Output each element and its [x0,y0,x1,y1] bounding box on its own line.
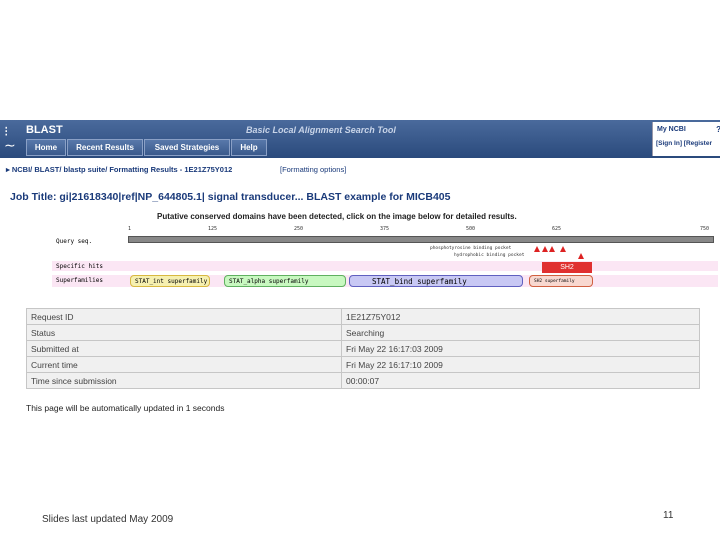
search-status-table: Request ID 1E21Z75Y012 Status Searching … [26,308,700,389]
page-number: 11 [663,510,674,521]
stat-bind-superfamily-box[interactable]: STAT_bind superfamily [349,275,523,287]
status-value: 1E21Z75Y012 [341,308,700,325]
tick-label: 250 [294,226,304,232]
help-mark-icon[interactable]: ? [716,125,720,134]
my-ncbi-box: My NCBI ? [Sign In] [Register [652,122,720,156]
table-row: Time since submission 00:00:07 [26,372,700,389]
my-ncbi-title[interactable]: My NCBI [657,126,686,133]
nav-help-tab[interactable]: Help [231,139,267,156]
status-value: 00:00:07 [341,372,700,389]
table-row: Current time Fri May 22 16:17:10 2009 [26,356,700,373]
site-marker-icon[interactable] [549,246,555,252]
tick-label: 125 [208,226,218,232]
tick-label: 375 [380,226,390,232]
breadcrumb[interactable]: ▸ NCBI/ BLAST/ blastp suite/ Formatting … [6,165,232,174]
app-subtitle: Basic Local Alignment Search Tool [246,125,396,135]
domains-heading: Putative conserved domains have been det… [157,212,517,221]
sh2-specific-hit[interactable]: SH2 [542,262,592,273]
stat-alpha-superfamily-box[interactable]: STAT_alpha superfamily [224,275,346,287]
status-key: Submitted at [26,340,342,357]
superfamilies-label: Superfamilies [56,277,103,284]
tick-label: 1 [128,226,132,232]
blast-header: ⁝ ∼ BLAST Basic Local Alignment Search To… [0,120,720,158]
site-label: phosphotyrosine binding pocket [430,246,512,251]
scale-row: 1 125 250 375 500 625 750 [128,226,712,236]
site-label: hydrophobic binding pocket [454,253,525,258]
table-row: Request ID 1E21Z75Y012 [26,308,700,325]
nav-home-tab[interactable]: Home [26,139,66,156]
status-value: Fri May 22 16:17:03 2009 [341,340,700,357]
specific-hits-label: Specific hits [56,263,103,270]
site-marker-icon[interactable] [560,246,566,252]
footer-note: Slides last updated May 2009 [42,514,174,525]
nav-saved-strategies-tab[interactable]: Saved Strategies [144,139,230,156]
app-name: BLAST [26,124,63,136]
tick-label: 500 [466,226,476,232]
site-marker-icon[interactable] [534,246,540,252]
status-key: Time since submission [26,372,342,389]
specific-hits-band [52,261,718,271]
tick-label: 750 [700,226,710,232]
sign-in-register-links[interactable]: [Sign In] [Register [656,140,712,147]
site-marker-icon[interactable] [578,253,584,259]
site-marker-icon[interactable] [542,246,548,252]
nav-recent-results-tab[interactable]: Recent Results [67,139,143,156]
table-row: Submitted at Fri May 22 16:17:03 2009 [26,340,700,357]
ncbi-logo-icon: ⁝ ∼ [4,123,16,153]
tick-label: 625 [552,226,562,232]
status-value: Fri May 22 16:17:10 2009 [341,356,700,373]
auto-update-notice: This page will be automatically updated … [26,403,225,413]
status-key: Request ID [26,308,342,325]
status-key: Current time [26,356,342,373]
conserved-domains-graphic[interactable]: Putative conserved domains have been det… [52,208,718,292]
formatting-options-link[interactable]: [Formatting options] [280,165,346,174]
job-title: Job Title: gi|21618340|ref|NP_644805.1| … [10,191,451,203]
status-key: Status [26,324,342,341]
status-value: Searching [341,324,700,341]
query-seq-label: Query seq. [56,238,93,245]
query-ruler [128,236,714,243]
table-row: Status Searching [26,324,700,341]
stat-int-superfamily-box[interactable]: STAT_int superfamily [130,275,210,287]
sh2-superfamily-box[interactable]: SH2 superfamily [529,275,593,287]
